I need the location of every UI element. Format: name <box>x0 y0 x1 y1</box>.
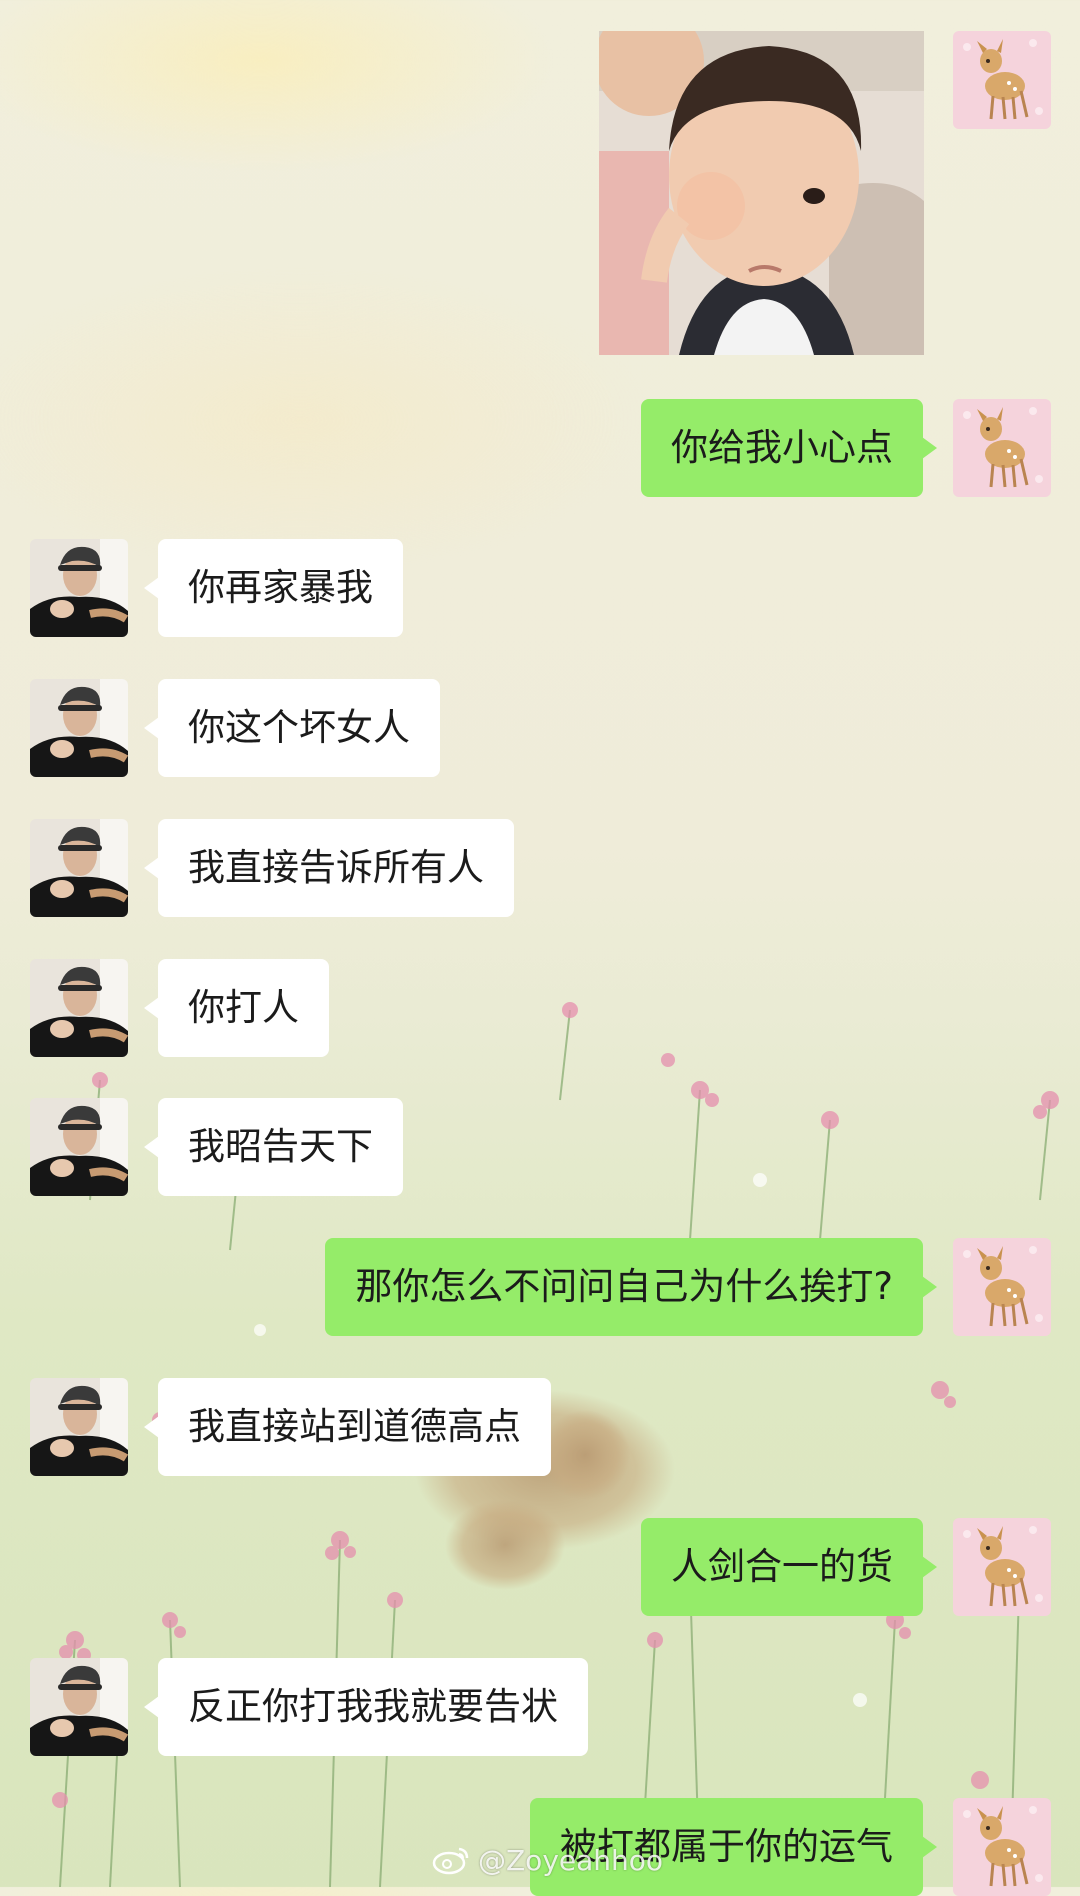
incoming-message-bubble[interactable]: 反正你打我我就要告状 <box>144 1658 588 1756</box>
man-cap-avatar[interactable] <box>30 1378 128 1476</box>
message-text: 我直接告诉所有人 <box>188 846 484 889</box>
man-cap-avatar[interactable] <box>30 539 128 637</box>
incoming-message-bubble[interactable]: 你打人 <box>144 959 329 1057</box>
message-row-incoming: 你再家暴我 <box>0 539 1080 637</box>
message-text: 我直接站到道德高点 <box>188 1405 521 1448</box>
incoming-message-bubble[interactable]: 你再家暴我 <box>144 539 403 637</box>
outgoing-message-bubble[interactable]: 你给我小心点 <box>641 399 937 497</box>
message-text: 你打人 <box>188 986 299 1029</box>
fawn-avatar[interactable] <box>953 31 1051 129</box>
message-row-incoming: 你打人 <box>0 959 1080 1057</box>
incoming-message-bubble[interactable]: 我直接站到道德高点 <box>144 1378 551 1476</box>
message-row-outgoing: 那你怎么不问问自己为什么挨打? <box>0 1238 1080 1336</box>
man-cap-avatar[interactable] <box>30 819 128 917</box>
outgoing-message-bubble[interactable]: 那你怎么不问问自己为什么挨打? <box>325 1238 937 1336</box>
man-cap-avatar[interactable] <box>30 1658 128 1756</box>
weibo-logo-icon <box>432 1847 469 1875</box>
incoming-message-bubble[interactable]: 我昭告天下 <box>144 1098 403 1196</box>
message-text: 你给我小心点 <box>671 426 893 469</box>
fawn-avatar[interactable] <box>953 1798 1051 1896</box>
man-cap-avatar[interactable] <box>30 959 128 1057</box>
message-row-incoming: 反正你打我我就要告状 <box>0 1658 1080 1756</box>
watermark-text: @Zoyeahhoo <box>478 1843 664 1877</box>
message-row-outgoing: 你给我小心点 <box>0 399 1080 497</box>
message-text: 人剑合一的货 <box>671 1545 893 1588</box>
message-row-incoming: 你这个坏女人 <box>0 679 1080 777</box>
message-text: 那你怎么不问问自己为什么挨打? <box>355 1265 893 1308</box>
man-cap-avatar[interactable] <box>30 1098 128 1196</box>
incoming-message-bubble[interactable]: 你这个坏女人 <box>144 679 440 777</box>
message-row-outgoing: 人剑合一的货 <box>0 1518 1080 1616</box>
fawn-avatar[interactable] <box>953 1518 1051 1616</box>
watermark: @Zoyeahhoo <box>432 1840 663 1880</box>
message-row-incoming: 我昭告天下 <box>0 1098 1080 1196</box>
message-row-incoming: 我直接站到道德高点 <box>0 1378 1080 1476</box>
message-text: 你再家暴我 <box>188 566 373 609</box>
outgoing-message-bubble[interactable]: 人剑合一的货 <box>641 1518 937 1616</box>
message-row-incoming: 我直接告诉所有人 <box>0 819 1080 917</box>
fawn-avatar[interactable] <box>953 1238 1051 1336</box>
incoming-message-bubble[interactable]: 我直接告诉所有人 <box>144 819 514 917</box>
fawn-avatar[interactable] <box>953 399 1051 497</box>
message-text: 我昭告天下 <box>188 1125 373 1168</box>
baby-fist-sticker[interactable] <box>599 31 924 355</box>
man-cap-avatar[interactable] <box>30 679 128 777</box>
message-text: 反正你打我我就要告状 <box>188 1685 558 1728</box>
message-text: 你这个坏女人 <box>188 706 410 749</box>
